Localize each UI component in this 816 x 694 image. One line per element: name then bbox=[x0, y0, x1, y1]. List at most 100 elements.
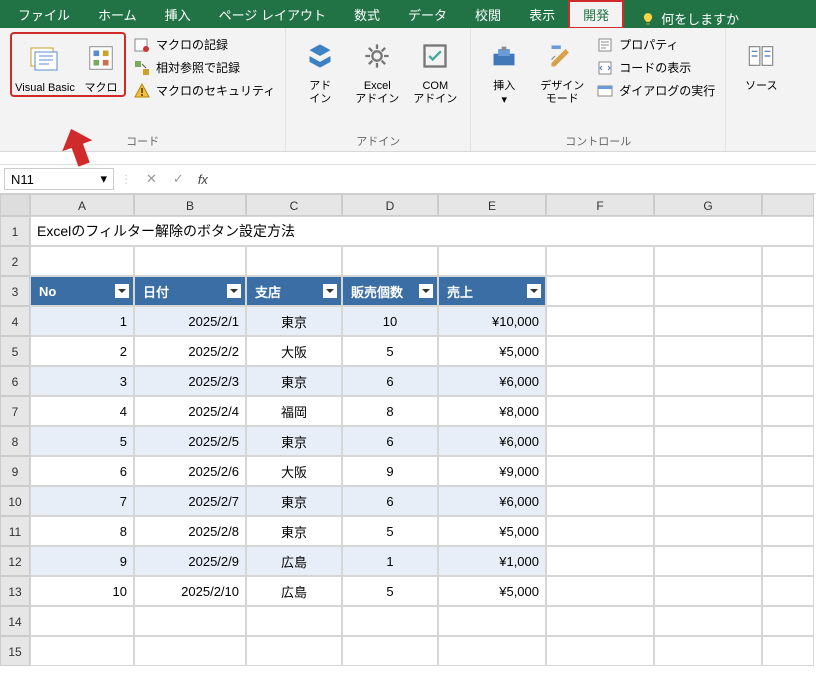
table-header-branch[interactable]: 支店 bbox=[246, 276, 342, 306]
cell[interactable] bbox=[342, 636, 438, 666]
formula-input[interactable] bbox=[214, 168, 812, 190]
addins-button[interactable]: アド イン bbox=[296, 32, 344, 106]
tab-review[interactable]: 校閲 bbox=[461, 1, 515, 28]
cell[interactable]: 東京 bbox=[246, 426, 342, 456]
filter-dropdown-icon[interactable] bbox=[227, 284, 241, 298]
cell[interactable] bbox=[654, 606, 762, 636]
cell[interactable]: 6 bbox=[342, 486, 438, 516]
visual-basic-button[interactable]: Visual Basic bbox=[12, 34, 78, 95]
cell[interactable] bbox=[134, 636, 246, 666]
cell[interactable]: 2025/2/10 bbox=[134, 576, 246, 606]
col-header-end[interactable] bbox=[762, 194, 814, 216]
col-header-C[interactable]: C bbox=[246, 194, 342, 216]
enter-button[interactable]: ✓ bbox=[173, 171, 184, 187]
cell[interactable]: 2025/2/3 bbox=[134, 366, 246, 396]
cell[interactable]: ¥1,000 bbox=[438, 546, 546, 576]
view-code-button[interactable]: コードの表示 bbox=[597, 59, 715, 76]
cell[interactable]: ¥6,000 bbox=[438, 366, 546, 396]
cell[interactable]: ¥10,000 bbox=[438, 306, 546, 336]
row-header[interactable]: 7 bbox=[0, 396, 30, 426]
select-all-corner[interactable] bbox=[0, 194, 30, 216]
row-header[interactable]: 5 bbox=[0, 336, 30, 366]
name-box[interactable]: N11 ▾ bbox=[4, 168, 114, 190]
cell[interactable]: 5 bbox=[342, 336, 438, 366]
cell[interactable] bbox=[546, 516, 654, 546]
macros-button[interactable]: マクロ bbox=[78, 34, 124, 95]
cell[interactable] bbox=[546, 426, 654, 456]
table-header-qty[interactable]: 販売個数 bbox=[342, 276, 438, 306]
cell[interactable]: 5 bbox=[342, 576, 438, 606]
cell[interactable] bbox=[762, 576, 814, 606]
cell[interactable] bbox=[546, 396, 654, 426]
cell[interactable] bbox=[546, 276, 654, 306]
cell[interactable] bbox=[654, 336, 762, 366]
cell[interactable] bbox=[546, 246, 654, 276]
cell[interactable]: 2025/2/9 bbox=[134, 546, 246, 576]
row-header[interactable]: 1 bbox=[0, 216, 30, 246]
cell[interactable] bbox=[546, 576, 654, 606]
cell[interactable] bbox=[134, 246, 246, 276]
cell[interactable] bbox=[546, 336, 654, 366]
relative-reference-button[interactable]: 相対参照で記録 bbox=[134, 59, 275, 76]
insert-control-button[interactable]: 挿入 ▾ bbox=[481, 32, 527, 106]
com-addins-button[interactable]: COM アドイン bbox=[410, 32, 460, 106]
properties-button[interactable]: プロパティ bbox=[597, 36, 715, 53]
cell[interactable]: 7 bbox=[30, 486, 134, 516]
row-header[interactable]: 2 bbox=[0, 246, 30, 276]
cell[interactable]: ¥5,000 bbox=[438, 336, 546, 366]
cell[interactable]: 9 bbox=[30, 546, 134, 576]
cell[interactable]: 2025/2/5 bbox=[134, 426, 246, 456]
cell[interactable] bbox=[762, 396, 814, 426]
col-header-B[interactable]: B bbox=[134, 194, 246, 216]
cell[interactable] bbox=[546, 456, 654, 486]
row-header[interactable]: 9 bbox=[0, 456, 30, 486]
cell[interactable]: 福岡 bbox=[246, 396, 342, 426]
col-header-E[interactable]: E bbox=[438, 194, 546, 216]
cell[interactable] bbox=[654, 486, 762, 516]
cell[interactable] bbox=[654, 396, 762, 426]
cell[interactable]: 2 bbox=[30, 336, 134, 366]
cell[interactable] bbox=[762, 606, 814, 636]
row-header[interactable]: 10 bbox=[0, 486, 30, 516]
cell[interactable] bbox=[762, 336, 814, 366]
cell[interactable]: 9 bbox=[342, 456, 438, 486]
cell[interactable]: ¥5,000 bbox=[438, 516, 546, 546]
cell[interactable]: 8 bbox=[30, 516, 134, 546]
cell[interactable] bbox=[30, 606, 134, 636]
cell[interactable]: 6 bbox=[342, 366, 438, 396]
design-mode-button[interactable]: デザイン モード bbox=[535, 32, 589, 106]
cell[interactable] bbox=[30, 246, 134, 276]
cell[interactable] bbox=[762, 456, 814, 486]
row-header[interactable]: 11 bbox=[0, 516, 30, 546]
cell[interactable]: 1 bbox=[30, 306, 134, 336]
cell[interactable] bbox=[762, 276, 814, 306]
cell[interactable]: 10 bbox=[30, 576, 134, 606]
cell[interactable] bbox=[438, 636, 546, 666]
title-cell[interactable]: Excelのフィルター解除のボタン設定方法 bbox=[30, 216, 814, 246]
cell[interactable]: 2025/2/8 bbox=[134, 516, 246, 546]
row-header[interactable]: 4 bbox=[0, 306, 30, 336]
cell[interactable] bbox=[654, 546, 762, 576]
cell[interactable]: 東京 bbox=[246, 516, 342, 546]
tab-formula[interactable]: 数式 bbox=[340, 1, 394, 28]
col-header-D[interactable]: D bbox=[342, 194, 438, 216]
cell[interactable]: 大阪 bbox=[246, 456, 342, 486]
tab-data[interactable]: データ bbox=[394, 1, 461, 28]
cell[interactable] bbox=[246, 246, 342, 276]
cell[interactable] bbox=[654, 516, 762, 546]
tab-developer[interactable]: 開発 bbox=[569, 1, 623, 28]
cell[interactable] bbox=[246, 606, 342, 636]
cell[interactable]: 10 bbox=[342, 306, 438, 336]
cell[interactable] bbox=[762, 486, 814, 516]
filter-dropdown-icon[interactable] bbox=[115, 284, 129, 298]
cell[interactable]: ¥5,000 bbox=[438, 576, 546, 606]
cell[interactable]: 5 bbox=[30, 426, 134, 456]
cell[interactable]: 広島 bbox=[246, 546, 342, 576]
filter-dropdown-icon[interactable] bbox=[419, 284, 433, 298]
cell[interactable]: 広島 bbox=[246, 576, 342, 606]
tell-me[interactable]: 何をしますか bbox=[641, 9, 739, 28]
cell[interactable] bbox=[762, 366, 814, 396]
tab-home[interactable]: ホーム bbox=[84, 1, 151, 28]
record-macro-button[interactable]: マクロの記録 bbox=[134, 36, 275, 53]
cell[interactable] bbox=[342, 606, 438, 636]
